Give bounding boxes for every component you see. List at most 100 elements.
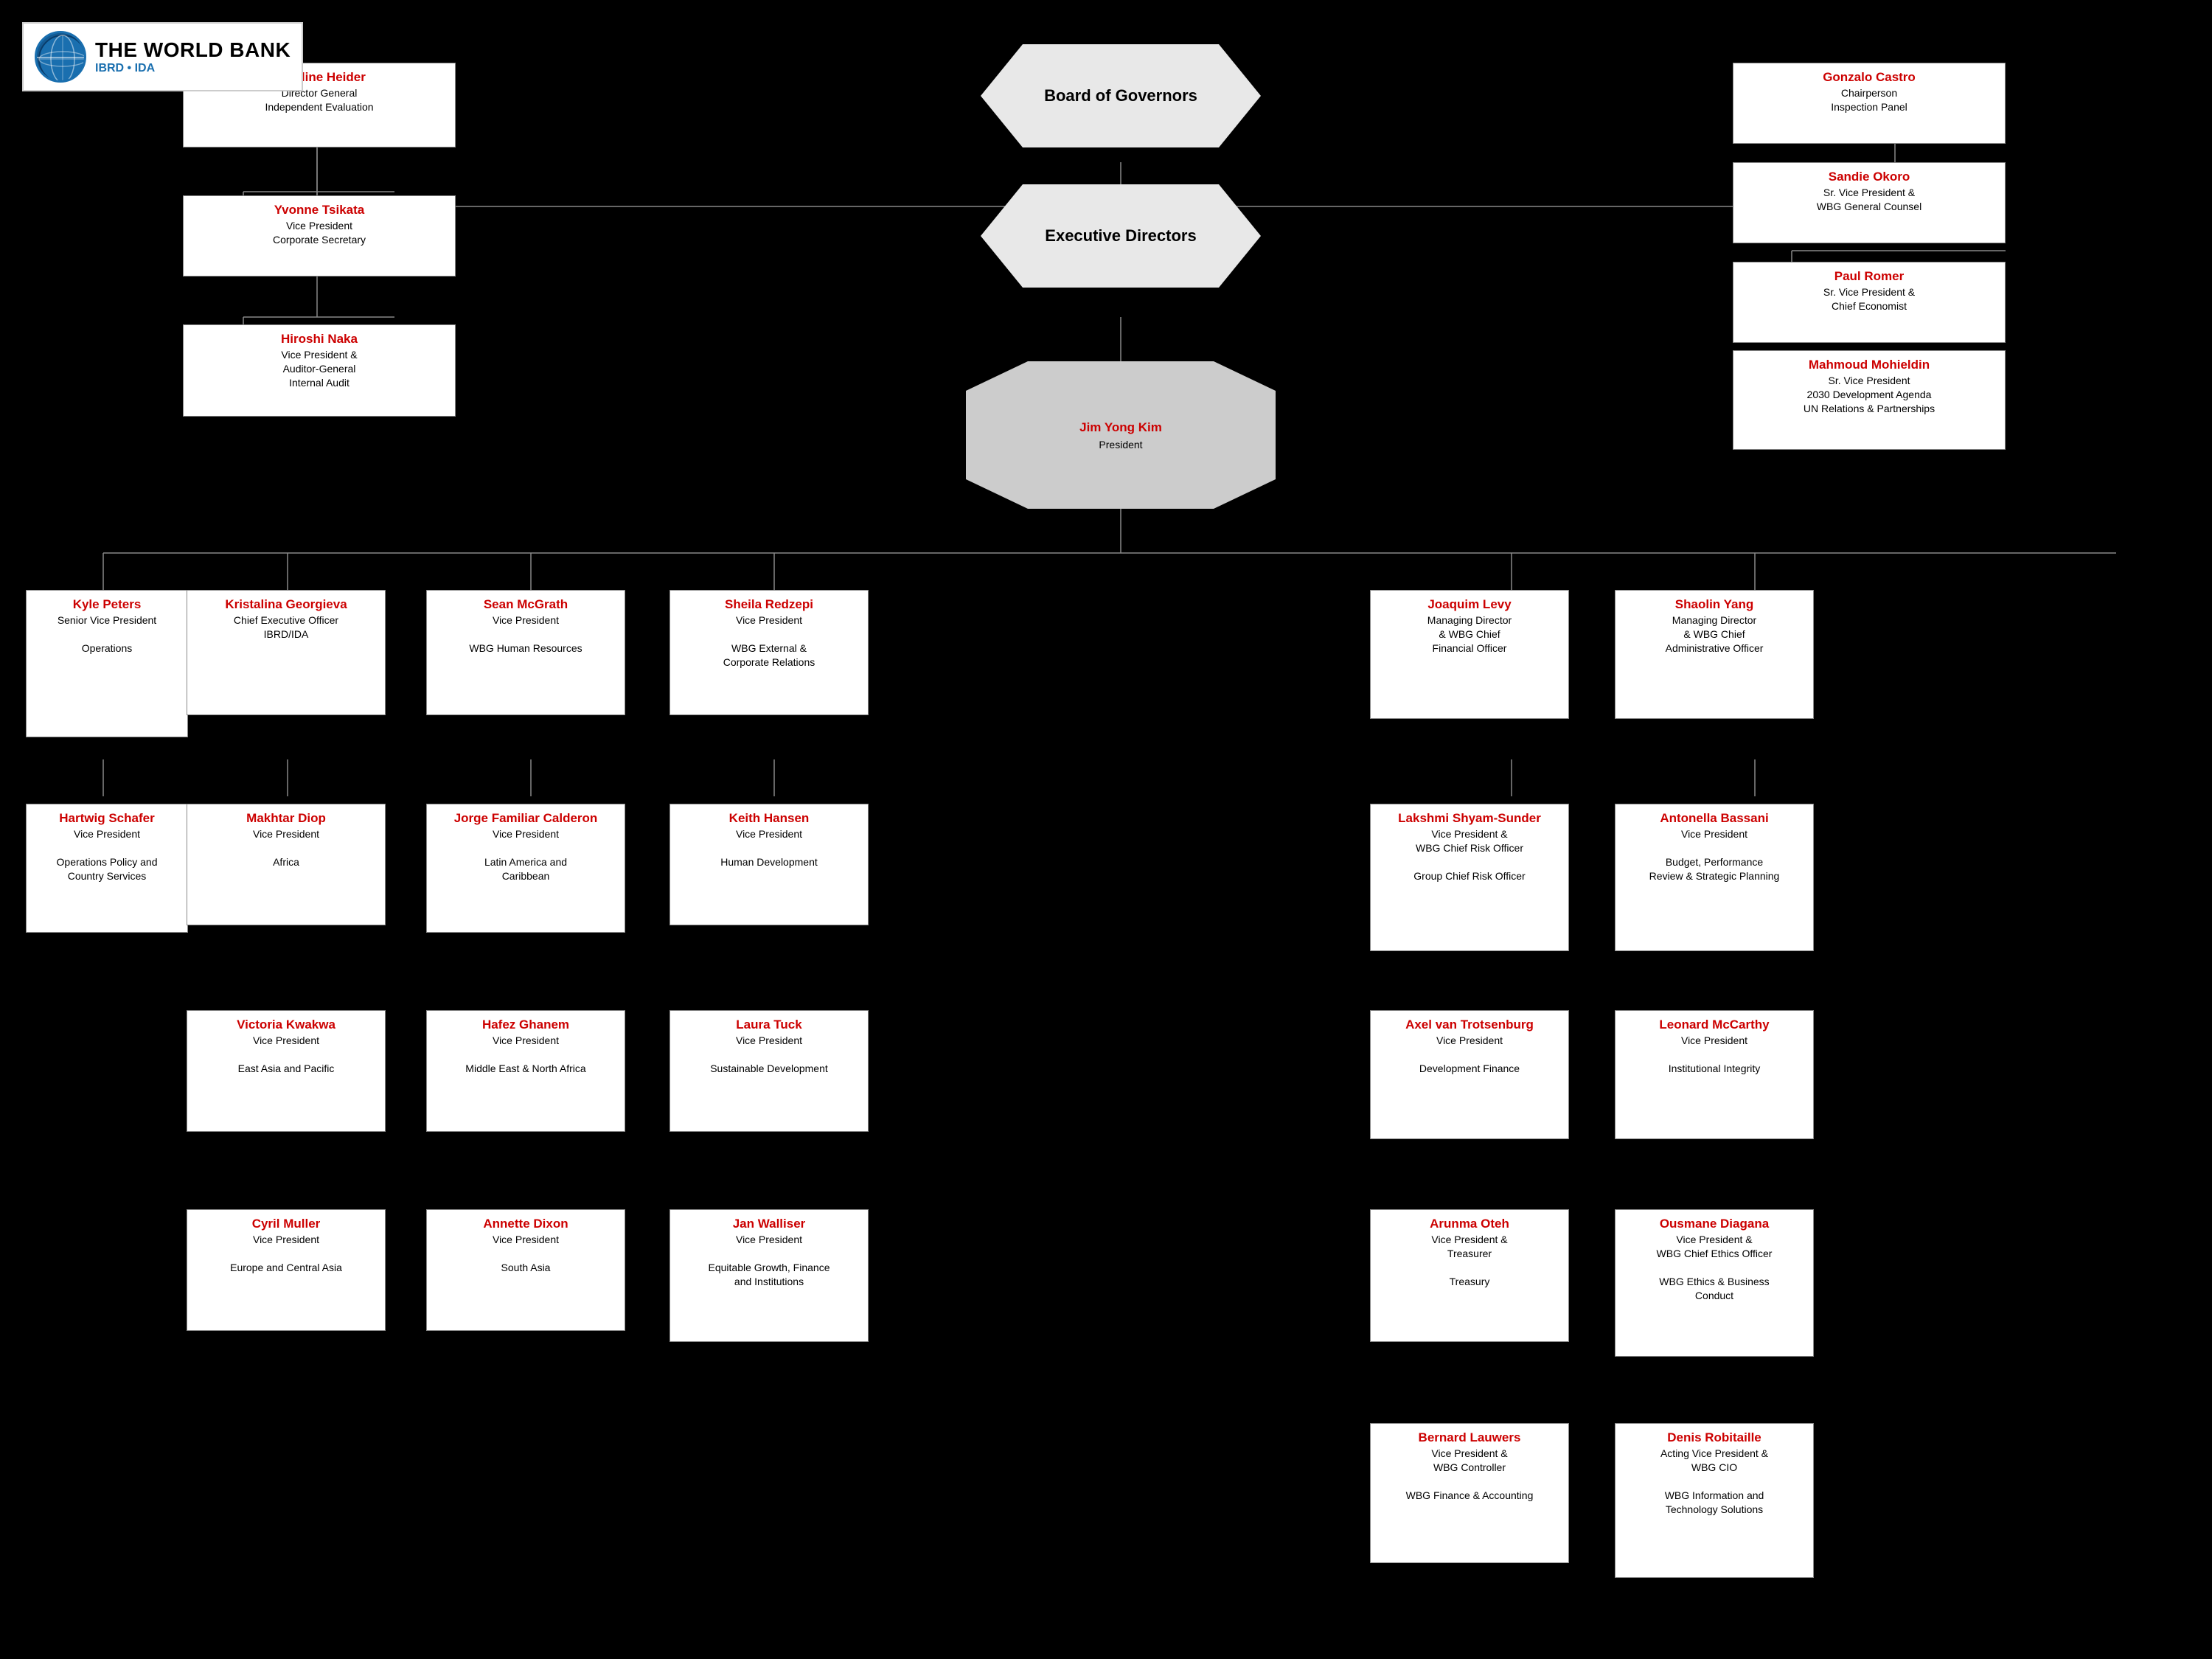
axel-box: Axel van Trotsenburg Vice PresidentDevel… bbox=[1370, 1010, 1569, 1139]
ousmane-name: Ousmane Diagana bbox=[1623, 1216, 1806, 1233]
logo-sub: IBRD • IDA bbox=[95, 62, 291, 75]
sheila-box: Sheila Redzepi Vice PresidentWBG Externa… bbox=[669, 590, 869, 715]
joaquim-title: Managing Director& WBG ChiefFinancial Of… bbox=[1378, 613, 1561, 655]
joaquim-box: Joaquim Levy Managing Director& WBG Chie… bbox=[1370, 590, 1569, 719]
kyle-name: Kyle Peters bbox=[34, 597, 180, 613]
kristalina-name: Kristalina Georgieva bbox=[195, 597, 378, 613]
annette-box: Annette Dixon Vice PresidentSouth Asia bbox=[426, 1209, 625, 1331]
victoria-name: Victoria Kwakwa bbox=[195, 1017, 378, 1034]
axel-title: Vice PresidentDevelopment Finance bbox=[1378, 1034, 1561, 1076]
lakshmi-box: Lakshmi Shyam-Sunder Vice President &WBG… bbox=[1370, 804, 1569, 951]
hiroshi-title: Vice President &Auditor-GeneralInternal … bbox=[191, 348, 448, 390]
logo: THE WORLD BANK IBRD • IDA bbox=[22, 22, 303, 91]
executive-directors: Executive Directors bbox=[981, 184, 1261, 288]
hafez-name: Hafez Ghanem bbox=[434, 1017, 617, 1034]
antonella-name: Antonella Bassani bbox=[1623, 810, 1806, 827]
leonard-title: Vice PresidentInstitutional Integrity bbox=[1623, 1034, 1806, 1076]
leonard-name: Leonard McCarthy bbox=[1623, 1017, 1806, 1034]
jan-box: Jan Walliser Vice PresidentEquitable Gro… bbox=[669, 1209, 869, 1342]
org-chart: { "logo": { "line1": "THE WORLD BANK", "… bbox=[0, 0, 2212, 1659]
hartwig-box: Hartwig Schafer Vice PresidentOperations… bbox=[26, 804, 188, 933]
arunma-name: Arunma Oteh bbox=[1378, 1216, 1561, 1233]
mahmoud-box: Mahmoud Mohieldin Sr. Vice President2030… bbox=[1733, 350, 2006, 450]
keith-title: Vice PresidentHuman Development bbox=[678, 827, 860, 869]
denis-title: Acting Vice President &WBG CIOWBG Inform… bbox=[1623, 1447, 1806, 1516]
mahmoud-name: Mahmoud Mohieldin bbox=[1741, 357, 1997, 374]
annette-title: Vice PresidentSouth Asia bbox=[434, 1233, 617, 1275]
keith-name: Keith Hansen bbox=[678, 810, 860, 827]
gonzalo-name: Gonzalo Castro bbox=[1741, 69, 1997, 86]
hafez-box: Hafez Ghanem Vice PresidentMiddle East &… bbox=[426, 1010, 625, 1132]
cyril-name: Cyril Muller bbox=[195, 1216, 378, 1233]
makhtar-title: Vice PresidentAfrica bbox=[195, 827, 378, 869]
sean-name: Sean McGrath bbox=[434, 597, 617, 613]
cyril-title: Vice PresidentEurope and Central Asia bbox=[195, 1233, 378, 1275]
yvonne-title: Vice PresidentCorporate Secretary bbox=[191, 219, 448, 247]
paul-title: Sr. Vice President &Chief Economist bbox=[1741, 285, 1997, 313]
hiroshi-box: Hiroshi Naka Vice President &Auditor-Gen… bbox=[183, 324, 456, 417]
kristalina-title: Chief Executive OfficerIBRD/IDA bbox=[195, 613, 378, 641]
jan-title: Vice PresidentEquitable Growth, Financea… bbox=[678, 1233, 860, 1289]
paul-box: Paul Romer Sr. Vice President &Chief Eco… bbox=[1733, 262, 2006, 343]
denis-name: Denis Robitaille bbox=[1623, 1430, 1806, 1447]
jorge-name: Jorge Familiar Calderon bbox=[434, 810, 617, 827]
gonzalo-box: Gonzalo Castro ChairpersonInspection Pan… bbox=[1733, 63, 2006, 144]
keith-box: Keith Hansen Vice PresidentHuman Develop… bbox=[669, 804, 869, 925]
ousmane-title: Vice President &WBG Chief Ethics Officer… bbox=[1623, 1233, 1806, 1302]
yvonne-name: Yvonne Tsikata bbox=[191, 202, 448, 219]
antonella-title: Vice PresidentBudget, PerformanceReview … bbox=[1623, 827, 1806, 883]
bernard-box: Bernard Lauwers Vice President &WBG Cont… bbox=[1370, 1423, 1569, 1563]
sean-title: Vice PresidentWBG Human Resources bbox=[434, 613, 617, 655]
victoria-box: Victoria Kwakwa Vice PresidentEast Asia … bbox=[187, 1010, 386, 1132]
yvonne-box: Yvonne Tsikata Vice PresidentCorporate S… bbox=[183, 195, 456, 276]
hartwig-name: Hartwig Schafer bbox=[34, 810, 180, 827]
ousmane-box: Ousmane Diagana Vice President &WBG Chie… bbox=[1615, 1209, 1814, 1357]
hafez-title: Vice PresidentMiddle East & North Africa bbox=[434, 1034, 617, 1076]
logo-globe bbox=[35, 31, 86, 83]
president-name: Jim Yong Kim bbox=[1079, 420, 1162, 435]
kristalina-box: Kristalina Georgieva Chief Executive Off… bbox=[187, 590, 386, 715]
sandie-box: Sandie Okoro Sr. Vice President &WBG Gen… bbox=[1733, 162, 2006, 243]
shaolin-title: Managing Director& WBG ChiefAdministrati… bbox=[1623, 613, 1806, 655]
president-title: President bbox=[1099, 439, 1142, 451]
logo-name: THE WORLD BANK bbox=[95, 38, 291, 62]
leonard-box: Leonard McCarthy Vice PresidentInstituti… bbox=[1615, 1010, 1814, 1139]
gonzalo-title: ChairpersonInspection Panel bbox=[1741, 86, 1997, 114]
jan-name: Jan Walliser bbox=[678, 1216, 860, 1233]
president-box: Jim Yong Kim President bbox=[966, 361, 1276, 509]
joaquim-name: Joaquim Levy bbox=[1378, 597, 1561, 613]
bernard-title: Vice President &WBG ControllerWBG Financ… bbox=[1378, 1447, 1561, 1503]
antonella-box: Antonella Bassani Vice PresidentBudget, … bbox=[1615, 804, 1814, 951]
sandie-name: Sandie Okoro bbox=[1741, 169, 1997, 186]
bernard-name: Bernard Lauwers bbox=[1378, 1430, 1561, 1447]
board-of-governors: Board of Governors bbox=[981, 44, 1261, 147]
hartwig-title: Vice PresidentOperations Policy andCount… bbox=[34, 827, 180, 883]
shaolin-name: Shaolin Yang bbox=[1623, 597, 1806, 613]
sandie-title: Sr. Vice President &WBG General Counsel bbox=[1741, 186, 1997, 214]
axel-name: Axel van Trotsenburg bbox=[1378, 1017, 1561, 1034]
lakshmi-title: Vice President &WBG Chief Risk OfficerGr… bbox=[1378, 827, 1561, 883]
sheila-name: Sheila Redzepi bbox=[678, 597, 860, 613]
annette-name: Annette Dixon bbox=[434, 1216, 617, 1233]
paul-name: Paul Romer bbox=[1741, 268, 1997, 285]
shaolin-box: Shaolin Yang Managing Director& WBG Chie… bbox=[1615, 590, 1814, 719]
jorge-box: Jorge Familiar Calderon Vice PresidentLa… bbox=[426, 804, 625, 933]
sean-box: Sean McGrath Vice PresidentWBG Human Res… bbox=[426, 590, 625, 715]
sheila-title: Vice PresidentWBG External &Corporate Re… bbox=[678, 613, 860, 669]
arunma-box: Arunma Oteh Vice President &TreasurerTre… bbox=[1370, 1209, 1569, 1342]
mahmoud-title: Sr. Vice President2030 Development Agend… bbox=[1741, 374, 1997, 416]
laura-title: Vice PresidentSustainable Development bbox=[678, 1034, 860, 1076]
kyle-box: Kyle Peters Senior Vice PresidentOperati… bbox=[26, 590, 188, 737]
denis-box: Denis Robitaille Acting Vice President &… bbox=[1615, 1423, 1814, 1578]
cyril-box: Cyril Muller Vice PresidentEurope and Ce… bbox=[187, 1209, 386, 1331]
jorge-title: Vice PresidentLatin America andCaribbean bbox=[434, 827, 617, 883]
kyle-title: Senior Vice PresidentOperations bbox=[34, 613, 180, 655]
makhtar-name: Makhtar Diop bbox=[195, 810, 378, 827]
laura-name: Laura Tuck bbox=[678, 1017, 860, 1034]
arunma-title: Vice President &TreasurerTreasury bbox=[1378, 1233, 1561, 1289]
hiroshi-name: Hiroshi Naka bbox=[191, 331, 448, 348]
victoria-title: Vice PresidentEast Asia and Pacific bbox=[195, 1034, 378, 1076]
lakshmi-name: Lakshmi Shyam-Sunder bbox=[1378, 810, 1561, 827]
laura-box: Laura Tuck Vice PresidentSustainable Dev… bbox=[669, 1010, 869, 1132]
makhtar-box: Makhtar Diop Vice PresidentAfrica bbox=[187, 804, 386, 925]
